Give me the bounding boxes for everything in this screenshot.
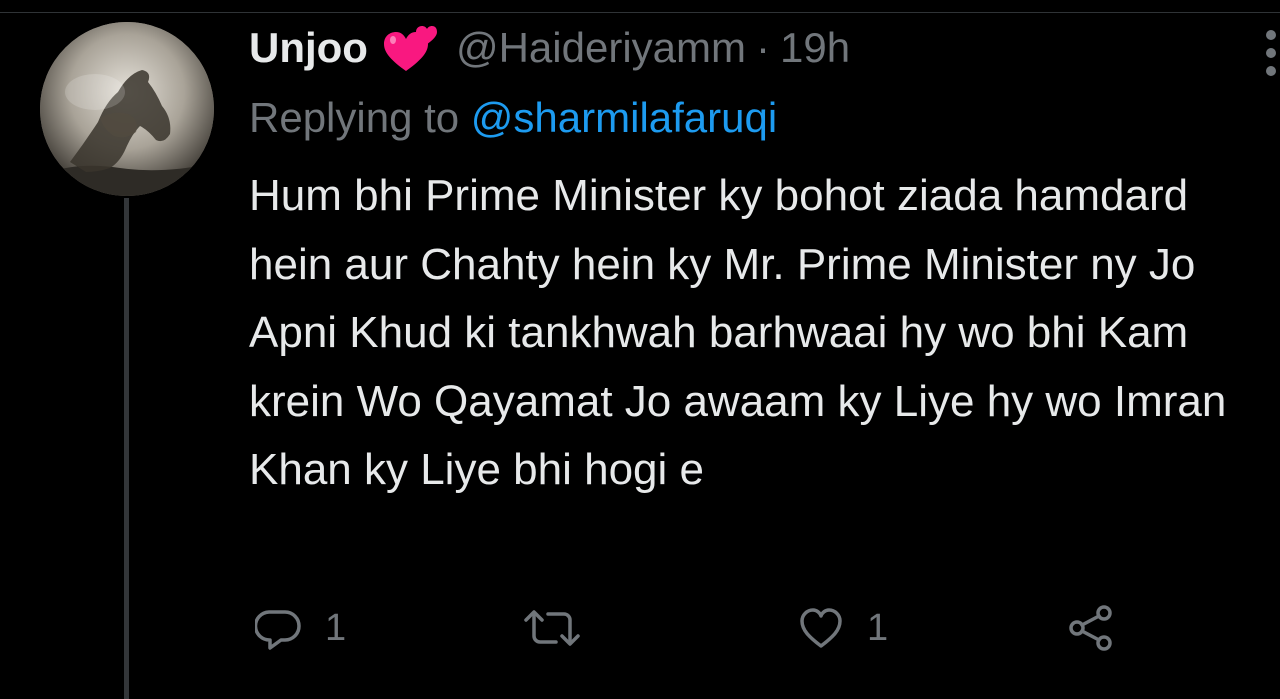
replying-to-line: Replying to @sharmilafaruqi — [249, 90, 777, 146]
share-button[interactable] — [1066, 596, 1116, 660]
retweet-icon — [524, 610, 580, 646]
like-button[interactable]: 1 — [797, 596, 888, 660]
reply-button[interactable]: 1 — [255, 596, 346, 660]
tweet-time[interactable]: 19h — [780, 20, 850, 76]
more-icon — [1266, 30, 1276, 76]
replying-to-mention[interactable]: @sharmilafaruqi — [471, 94, 777, 141]
more-options-button[interactable] — [1262, 26, 1280, 80]
avatar-image — [40, 22, 214, 196]
like-icon — [800, 608, 842, 648]
tweet-header: Unjoo @Haideriyamm · 19h — [249, 20, 850, 76]
reply-count: 1 — [325, 606, 347, 649]
tweet-actions: 1 1 — [0, 596, 1280, 660]
avatar[interactable] — [40, 22, 214, 196]
reply-icon — [255, 610, 301, 650]
retweet-button[interactable] — [522, 596, 604, 660]
top-divider — [0, 12, 1280, 13]
two-hearts-icon — [382, 23, 438, 73]
replying-to-prefix: Replying to — [249, 94, 460, 141]
share-icon — [1069, 605, 1112, 651]
tweet-text: Hum bhi Prime Minister ky bohot ziada ha… — [249, 171, 1227, 494]
user-handle[interactable]: @Haideriyamm — [456, 20, 746, 76]
separator-dot: · — [756, 24, 770, 71]
like-count: 1 — [867, 606, 889, 649]
display-name[interactable]: Unjoo — [249, 20, 368, 76]
